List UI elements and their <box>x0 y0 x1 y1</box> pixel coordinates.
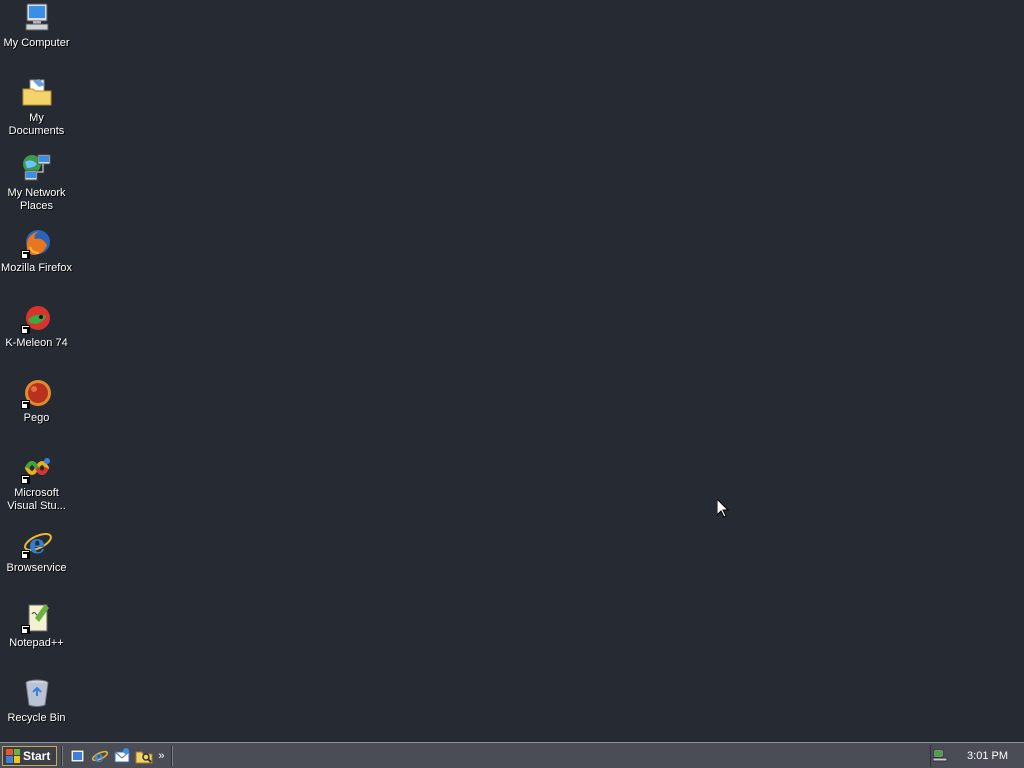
svg-text:e: e <box>94 748 104 765</box>
quick-launch-show-desktop[interactable] <box>69 747 87 765</box>
windows-explorer-icon <box>135 751 153 763</box>
documents-folder-icon <box>21 77 53 109</box>
desktop[interactable]: My Computer My Documents My Network Plac… <box>0 0 1024 742</box>
desktop-icon-mozilla-firefox[interactable]: Mozilla Firefox <box>0 227 73 275</box>
taskbar-separator <box>61 745 64 766</box>
shortcut-arrow-icon <box>20 325 30 334</box>
desktop-icon-label: Notepad++ <box>9 637 64 649</box>
notepad-plus-plus-icon <box>20 602 53 634</box>
internet-explorer-icon: e <box>20 527 53 560</box>
shortcut-arrow-icon <box>20 550 30 559</box>
visual-studio-icon <box>20 452 53 484</box>
desktop-icon-notepad-plus-plus[interactable]: Notepad++ <box>0 602 73 650</box>
start-label: Start <box>23 748 51 763</box>
desktop-icon-pego[interactable]: Pego <box>0 377 73 425</box>
recycle-bin-icon <box>21 677 53 709</box>
desktop-icon-recycle-bin[interactable]: Recycle Bin <box>0 677 73 725</box>
shortcut-arrow-icon <box>20 475 30 484</box>
desktop-icon-label: Pego <box>23 412 50 424</box>
shortcut-arrow-icon <box>20 625 30 634</box>
desktop-icon-k-meleon[interactable]: K-Meleon 74 <box>0 302 73 350</box>
start-button[interactable]: Start <box>2 745 58 766</box>
desktop-icon-label: Browservice <box>6 562 67 574</box>
desktop-icon-visual-studio[interactable]: Microsoft Visual Stu... <box>0 452 73 513</box>
desktop-icon-label: Microsoft Visual Stu... <box>7 487 66 512</box>
desktop-icon-label: K-Meleon 74 <box>5 337 68 349</box>
computer-icon <box>21 2 53 34</box>
shortcut-arrow-icon <box>20 250 30 259</box>
desktop-icon-label: My Documents <box>8 112 65 137</box>
firefox-icon <box>20 227 53 259</box>
network-places-icon <box>21 152 53 184</box>
quick-launch-overflow-button[interactable]: » <box>158 750 164 762</box>
shortcut-arrow-icon <box>20 400 30 409</box>
taskbar: Start e » 3:01 PM <box>0 742 1024 768</box>
desktop-icon-my-documents[interactable]: My Documents <box>0 77 73 138</box>
k-meleon-icon <box>20 302 53 334</box>
desktop-icon-label: Recycle Bin <box>7 712 66 724</box>
outlook-express-icon <box>114 747 130 762</box>
taskbar-clock[interactable]: 3:01 PM <box>967 750 1008 762</box>
desktop-icon-browservice[interactable]: e Browservice <box>0 527 73 575</box>
desktop-icon-my-network-places[interactable]: My Network Places <box>0 152 73 213</box>
desktop-icon-label: My Computer <box>3 37 70 49</box>
quick-launch-outlook-express[interactable] <box>113 747 131 765</box>
show-desktop-icon <box>70 749 85 762</box>
mouse-cursor-icon <box>717 499 729 518</box>
taskbar-separator <box>171 745 174 766</box>
desktop-icon-label: Mozilla Firefox <box>1 262 72 274</box>
desktop-icon-label: My Network Places <box>7 187 66 212</box>
svg-text:e: e <box>29 530 46 559</box>
network-status-icon[interactable] <box>933 749 949 763</box>
pego-icon <box>20 377 53 409</box>
internet-explorer-icon: e <box>92 748 109 766</box>
desktop-icon-my-computer[interactable]: My Computer <box>0 2 73 50</box>
quick-launch-windows-explorer[interactable] <box>135 747 153 765</box>
system-tray: 3:01 PM <box>930 744 1024 767</box>
quick-launch-internet-explorer[interactable]: e <box>91 747 109 766</box>
windows-logo-icon <box>6 748 20 763</box>
